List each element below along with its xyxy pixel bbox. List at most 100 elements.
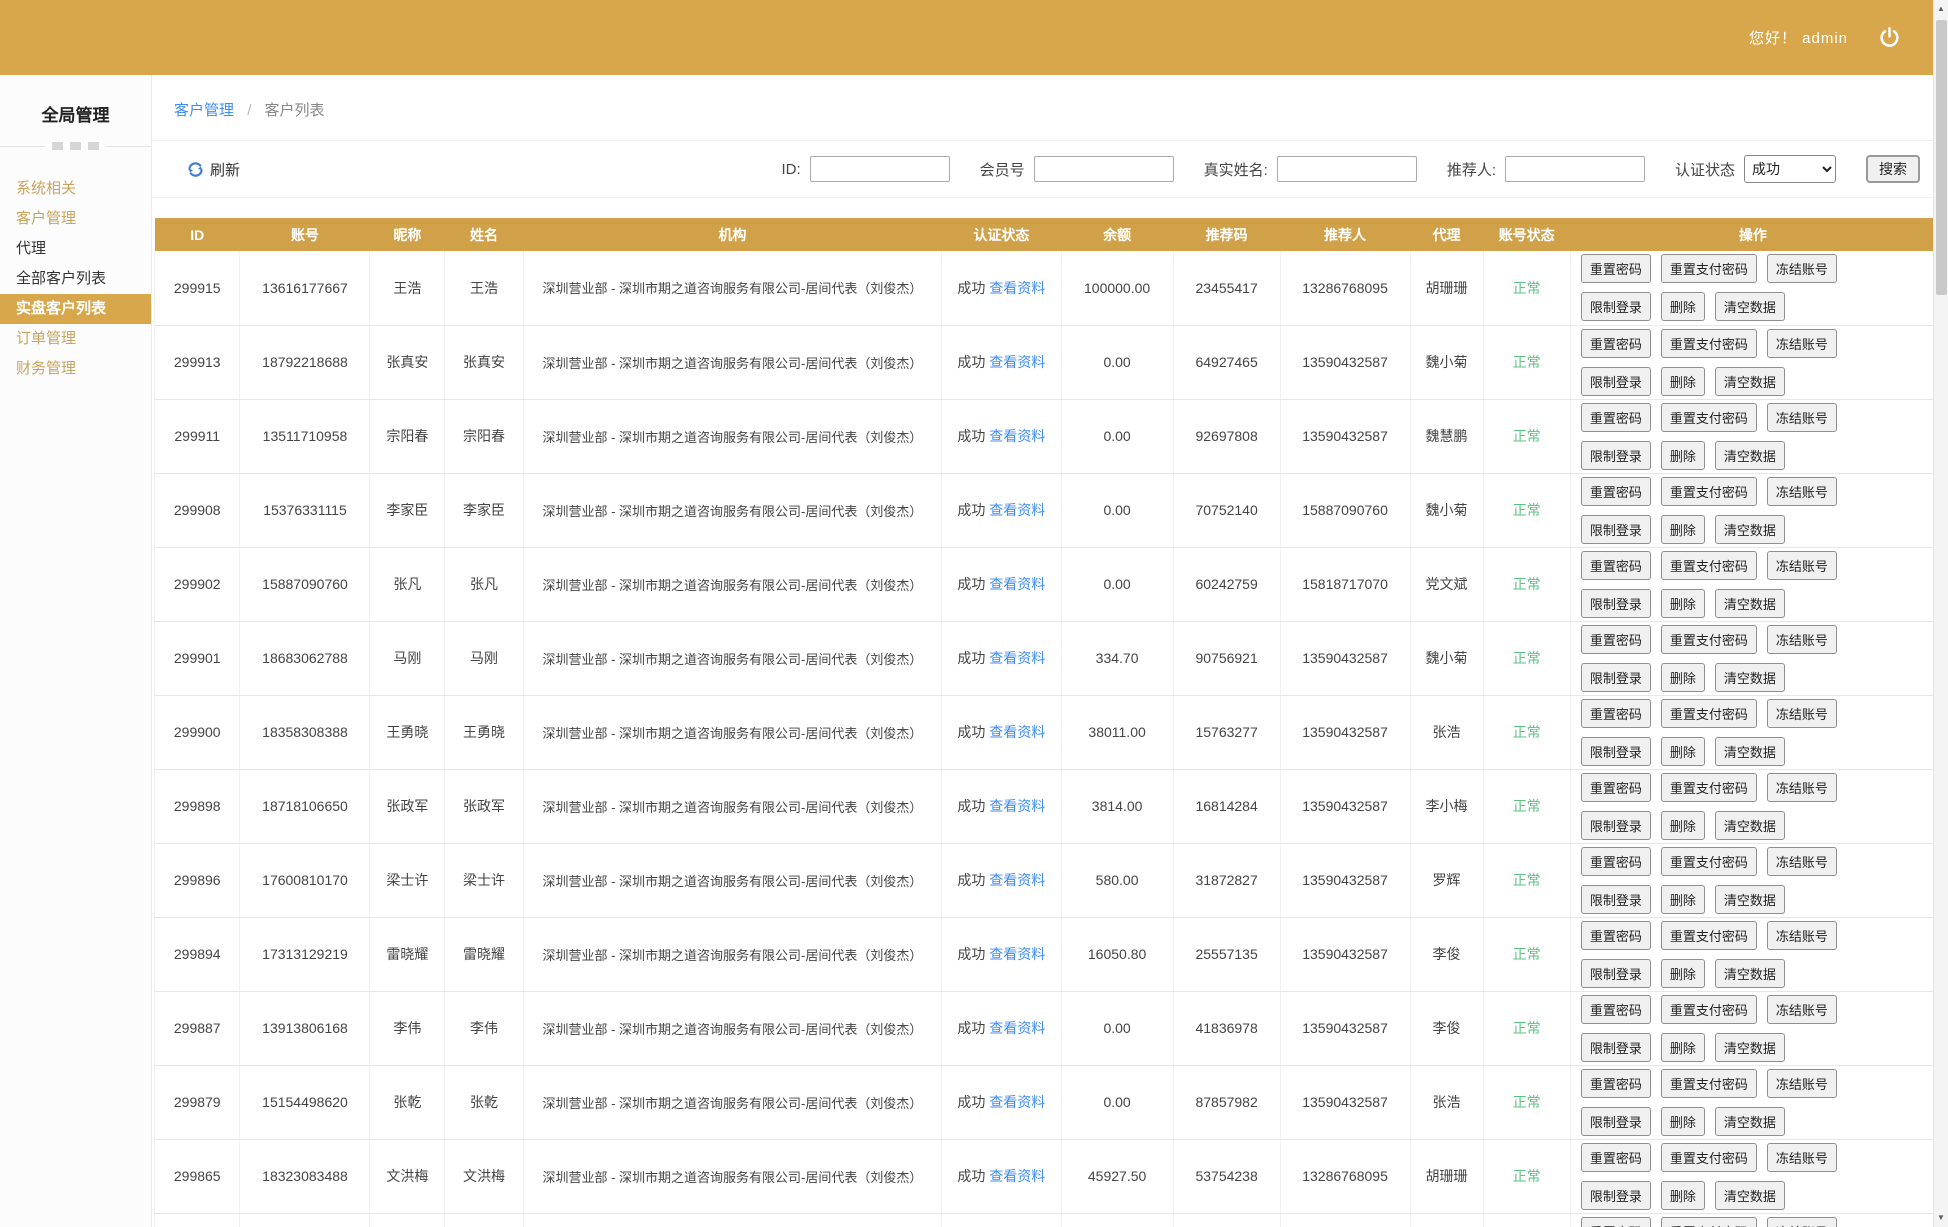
freeze-account-button[interactable]: 冻结账号 <box>1767 551 1837 580</box>
delete-button[interactable]: 删除 <box>1661 811 1705 840</box>
reset-pay-password-button[interactable]: 重置支付密码 <box>1661 699 1757 728</box>
restrict-login-button[interactable]: 限制登录 <box>1581 1181 1651 1210</box>
reset-pay-password-button[interactable]: 重置支付密码 <box>1661 551 1757 580</box>
view-profile-link[interactable]: 查看资料 <box>989 1168 1045 1184</box>
freeze-account-button[interactable]: 冻结账号 <box>1767 1143 1837 1172</box>
filter-input-member-no[interactable] <box>1034 156 1174 182</box>
reset-password-button[interactable]: 重置密码 <box>1581 1217 1651 1227</box>
delete-button[interactable]: 删除 <box>1661 885 1705 914</box>
scroll-up-arrow-icon[interactable]: ▲ <box>1934 1 1948 17</box>
restrict-login-button[interactable]: 限制登录 <box>1581 663 1651 692</box>
delete-button[interactable]: 删除 <box>1661 1033 1705 1062</box>
reset-pay-password-button[interactable]: 重置支付密码 <box>1661 847 1757 876</box>
view-profile-link[interactable]: 查看资料 <box>989 650 1045 666</box>
reset-password-button[interactable]: 重置密码 <box>1581 477 1651 506</box>
logout-button[interactable] <box>1878 26 1902 50</box>
refresh-button[interactable]: 刷新 <box>186 159 240 180</box>
restrict-login-button[interactable]: 限制登录 <box>1581 885 1651 914</box>
reset-password-button[interactable]: 重置密码 <box>1581 1143 1651 1172</box>
clear-data-button[interactable]: 清空数据 <box>1715 959 1785 988</box>
freeze-account-button[interactable]: 冻结账号 <box>1767 254 1837 283</box>
reset-pay-password-button[interactable]: 重置支付密码 <box>1661 1217 1757 1227</box>
reset-pay-password-button[interactable]: 重置支付密码 <box>1661 1143 1757 1172</box>
clear-data-button[interactable]: 清空数据 <box>1715 811 1785 840</box>
freeze-account-button[interactable]: 冻结账号 <box>1767 1069 1837 1098</box>
view-profile-link[interactable]: 查看资料 <box>989 946 1045 962</box>
delete-button[interactable]: 删除 <box>1661 589 1705 618</box>
delete-button[interactable]: 删除 <box>1661 959 1705 988</box>
freeze-account-button[interactable]: 冻结账号 <box>1767 699 1837 728</box>
delete-button[interactable]: 删除 <box>1661 292 1705 321</box>
freeze-account-button[interactable]: 冻结账号 <box>1767 625 1837 654</box>
delete-button[interactable]: 删除 <box>1661 515 1705 544</box>
delete-button[interactable]: 删除 <box>1661 663 1705 692</box>
view-profile-link[interactable]: 查看资料 <box>989 576 1045 592</box>
freeze-account-button[interactable]: 冻结账号 <box>1767 921 1837 950</box>
restrict-login-button[interactable]: 限制登录 <box>1581 589 1651 618</box>
restrict-login-button[interactable]: 限制登录 <box>1581 1107 1651 1136</box>
sidebar-item-finance[interactable]: 财务管理 <box>0 354 151 384</box>
clear-data-button[interactable]: 清空数据 <box>1715 589 1785 618</box>
clear-data-button[interactable]: 清空数据 <box>1715 663 1785 692</box>
clear-data-button[interactable]: 清空数据 <box>1715 515 1785 544</box>
clear-data-button[interactable]: 清空数据 <box>1715 1107 1785 1136</box>
delete-button[interactable]: 删除 <box>1661 1107 1705 1136</box>
view-profile-link[interactable]: 查看资料 <box>989 502 1045 518</box>
delete-button[interactable]: 删除 <box>1661 367 1705 396</box>
restrict-login-button[interactable]: 限制登录 <box>1581 441 1651 470</box>
reset-pay-password-button[interactable]: 重置支付密码 <box>1661 329 1757 358</box>
reset-pay-password-button[interactable]: 重置支付密码 <box>1661 1069 1757 1098</box>
delete-button[interactable]: 删除 <box>1661 737 1705 766</box>
delete-button[interactable]: 删除 <box>1661 441 1705 470</box>
restrict-login-button[interactable]: 限制登录 <box>1581 811 1651 840</box>
freeze-account-button[interactable]: 冻结账号 <box>1767 1217 1837 1227</box>
reset-pay-password-button[interactable]: 重置支付密码 <box>1661 254 1757 283</box>
verify-status-select[interactable]: 成功 <box>1744 155 1836 183</box>
reset-password-button[interactable]: 重置密码 <box>1581 551 1651 580</box>
reset-password-button[interactable]: 重置密码 <box>1581 403 1651 432</box>
clear-data-button[interactable]: 清空数据 <box>1715 885 1785 914</box>
restrict-login-button[interactable]: 限制登录 <box>1581 737 1651 766</box>
clear-data-button[interactable]: 清空数据 <box>1715 1033 1785 1062</box>
freeze-account-button[interactable]: 冻结账号 <box>1767 403 1837 432</box>
reset-pay-password-button[interactable]: 重置支付密码 <box>1661 625 1757 654</box>
scroll-down-arrow-icon[interactable]: ▼ <box>1934 1210 1948 1226</box>
clear-data-button[interactable]: 清空数据 <box>1715 1181 1785 1210</box>
restrict-login-button[interactable]: 限制登录 <box>1581 515 1651 544</box>
freeze-account-button[interactable]: 冻结账号 <box>1767 995 1837 1024</box>
reset-pay-password-button[interactable]: 重置支付密码 <box>1661 403 1757 432</box>
search-button[interactable]: 搜索 <box>1866 155 1920 183</box>
reset-password-button[interactable]: 重置密码 <box>1581 921 1651 950</box>
filter-input-referrer[interactable] <box>1505 156 1645 182</box>
reset-password-button[interactable]: 重置密码 <box>1581 329 1651 358</box>
reset-password-button[interactable]: 重置密码 <box>1581 847 1651 876</box>
reset-password-button[interactable]: 重置密码 <box>1581 625 1651 654</box>
reset-pay-password-button[interactable]: 重置支付密码 <box>1661 773 1757 802</box>
reset-pay-password-button[interactable]: 重置支付密码 <box>1661 921 1757 950</box>
view-profile-link[interactable]: 查看资料 <box>989 872 1045 888</box>
reset-pay-password-button[interactable]: 重置支付密码 <box>1661 995 1757 1024</box>
reset-pay-password-button[interactable]: 重置支付密码 <box>1661 477 1757 506</box>
view-profile-link[interactable]: 查看资料 <box>989 798 1045 814</box>
view-profile-link[interactable]: 查看资料 <box>989 1020 1045 1036</box>
reset-password-button[interactable]: 重置密码 <box>1581 773 1651 802</box>
clear-data-button[interactable]: 清空数据 <box>1715 737 1785 766</box>
reset-password-button[interactable]: 重置密码 <box>1581 1069 1651 1098</box>
filter-input-real-name[interactable] <box>1277 156 1417 182</box>
clear-data-button[interactable]: 清空数据 <box>1715 292 1785 321</box>
freeze-account-button[interactable]: 冻结账号 <box>1767 477 1837 506</box>
view-profile-link[interactable]: 查看资料 <box>989 280 1045 296</box>
reset-password-button[interactable]: 重置密码 <box>1581 995 1651 1024</box>
sidebar-item-customer-management[interactable]: 客户管理 <box>0 204 151 234</box>
breadcrumb-link-customer-management[interactable]: 客户管理 <box>174 102 234 119</box>
restrict-login-button[interactable]: 限制登录 <box>1581 1033 1651 1062</box>
sidebar-item-orders[interactable]: 订单管理 <box>0 324 151 354</box>
scrollbar-thumb[interactable] <box>1936 20 1947 295</box>
reset-password-button[interactable]: 重置密码 <box>1581 254 1651 283</box>
view-profile-link[interactable]: 查看资料 <box>989 724 1045 740</box>
sidebar-item-system[interactable]: 系统相关 <box>0 174 151 204</box>
freeze-account-button[interactable]: 冻结账号 <box>1767 329 1837 358</box>
restrict-login-button[interactable]: 限制登录 <box>1581 292 1651 321</box>
restrict-login-button[interactable]: 限制登录 <box>1581 367 1651 396</box>
clear-data-button[interactable]: 清空数据 <box>1715 367 1785 396</box>
